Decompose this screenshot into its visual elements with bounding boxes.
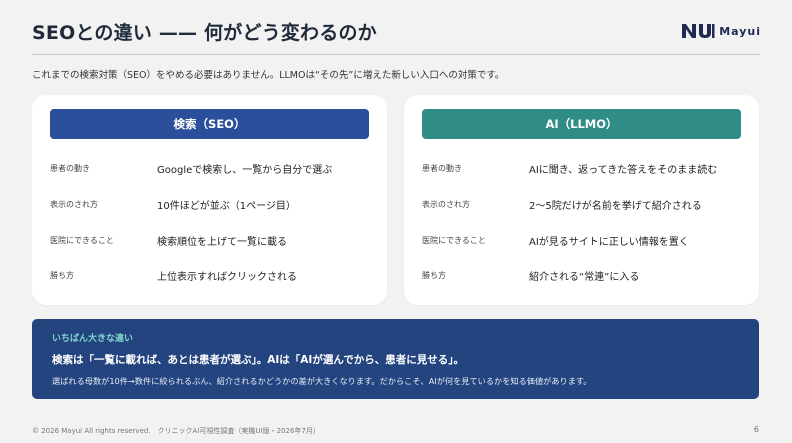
seo-row-value: 検索順位を上げて一覧に載る xyxy=(157,236,287,248)
brand-logo: Mayui xyxy=(681,23,761,39)
footer-copyright: © 2026 Mayui All rights reserved. クリニックA… xyxy=(32,427,320,435)
page-title: SEOとの違い —— 何がどう変わるのか xyxy=(32,22,377,44)
key-difference-callout: いちばん大きな違い 検索は「一覧に載れば、あとは患者が選ぶ」。AIは「AIが選ん… xyxy=(32,319,759,399)
ai-row-value: AIに聞き、返ってきた答えをそのまま読む xyxy=(529,164,718,176)
ai-row: 表示のされ方 2〜5院だけが名前を挙げて紹介される xyxy=(422,195,749,213)
seo-row-value: 上位表示すればクリックされる xyxy=(157,271,297,283)
seo-row-label: 勝ち方 xyxy=(50,270,74,280)
intro-text: これまでの検索対策（SEO）をやめる必要はありません。LLMOは“その先”に増え… xyxy=(32,70,505,81)
seo-row-label: 患者の動き xyxy=(50,163,90,173)
ai-row-value: 紹介される“常連”に入る xyxy=(529,271,640,283)
mayui-logo-mark-icon xyxy=(682,24,715,38)
ai-row-value: 2〜5院だけが名前を挙げて紹介される xyxy=(529,200,702,212)
ai-row-label: 表示のされ方 xyxy=(422,199,470,209)
callout-tag: いちばん大きな違い xyxy=(52,334,134,344)
seo-row-value: 10件ほどが並ぶ（1ページ目） xyxy=(157,200,296,212)
page-number: 6 xyxy=(753,425,759,434)
callout-detail: 選ばれる母数が10件→数件に絞られるぶん、紹介されるかどうかの差が大きくなります… xyxy=(52,376,592,386)
seo-row: 表示のされ方 10件ほどが並ぶ（1ページ目） xyxy=(50,195,377,213)
ai-row: 勝ち方 紹介される“常連”に入る xyxy=(422,266,749,284)
seo-card: 検索（SEO） 患者の動き Googleで検索し、一覧から自分で選ぶ 表示のされ… xyxy=(32,95,387,305)
seo-row: 患者の動き Googleで検索し、一覧から自分で選ぶ xyxy=(50,159,377,177)
ai-row: 患者の動き AIに聞き、返ってきた答えをそのまま読む xyxy=(422,159,749,177)
ai-row-label: 勝ち方 xyxy=(422,270,446,280)
ai-row-label: 患者の動き xyxy=(422,163,462,173)
ai-card: AI（LLMO） 患者の動き AIに聞き、返ってきた答えをそのまま読む 表示のさ… xyxy=(404,95,759,305)
brand-name: Mayui xyxy=(719,24,761,38)
ai-row-label: 医院にできること xyxy=(422,235,486,245)
seo-row-label: 表示のされ方 xyxy=(50,199,98,209)
seo-row: 医院にできること 検索順位を上げて一覧に載る xyxy=(50,231,377,249)
ai-card-header: AI（LLMO） xyxy=(422,109,741,139)
title-divider xyxy=(32,54,760,55)
seo-row-label: 医院にできること xyxy=(50,235,114,245)
seo-card-header: 検索（SEO） xyxy=(50,109,369,139)
ai-row: 医院にできること AIが見るサイトに正しい情報を置く xyxy=(422,231,749,249)
seo-row-value: Googleで検索し、一覧から自分で選ぶ xyxy=(157,164,333,176)
seo-row: 勝ち方 上位表示すればクリックされる xyxy=(50,266,377,284)
callout-headline: 検索は「一覧に載れば、あとは患者が選ぶ」。AIは「AIが選んでから、患者に見せる… xyxy=(52,354,465,366)
ai-row-value: AIが見るサイトに正しい情報を置く xyxy=(529,236,689,248)
